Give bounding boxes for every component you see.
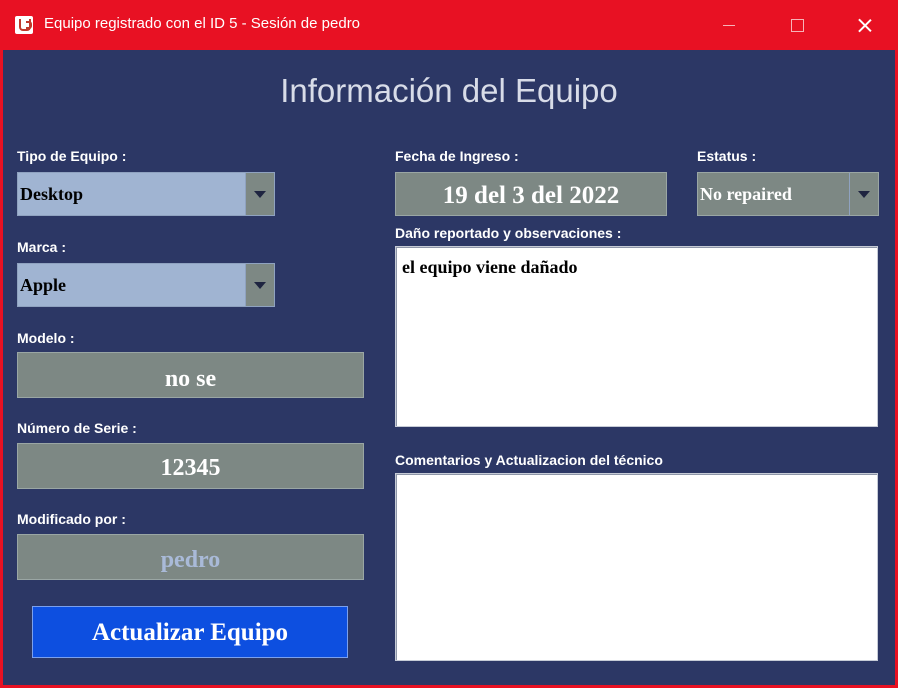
update-equipment-button[interactable]: Actualizar Equipo [32,606,348,658]
fecha-ingreso-label: Fecha de Ingreso : [395,148,519,164]
danio-reportado-textarea[interactable]: el equipo viene dañado [395,246,878,427]
modelo-label: Modelo : [17,330,75,346]
tipo-equipo-select[interactable]: Desktop [17,172,275,216]
minimize-icon[interactable] [706,0,752,50]
window-titlebar: Equipo registrado con el ID 5 - Sesión d… [0,0,898,50]
chevron-down-icon[interactable] [849,173,878,215]
window-title: Equipo registrado con el ID 5 - Sesión d… [44,15,361,32]
danio-reportado-label: Daño reportado y observaciones : [395,225,622,241]
close-icon[interactable] [842,0,888,50]
java-app-icon [15,16,33,34]
page-title: Información del Equipo [280,72,618,109]
marca-select[interactable]: Apple [17,263,275,307]
tipo-equipo-label: Tipo de Equipo : [17,148,127,164]
numero-serie-field[interactable]: 12345 [17,443,364,489]
estatus-value: No repaired [700,184,792,204]
estatus-label: Estatus : [697,148,757,164]
fecha-ingreso-field: 19 del 3 del 2022 [395,172,667,216]
maximize-icon[interactable] [774,0,820,50]
comentarios-textarea[interactable] [395,473,878,661]
marca-label: Marca : [17,239,67,255]
modificado-por-label: Modificado por : [17,511,126,527]
modelo-field[interactable]: no se [17,352,364,398]
chevron-down-icon[interactable] [245,173,274,215]
modificado-por-field: pedro [17,534,364,580]
comentarios-label: Comentarios y Actualizacion del técnico [395,452,663,468]
marca-value: Apple [20,275,67,295]
tipo-equipo-value: Desktop [20,184,84,204]
chevron-down-icon[interactable] [245,264,274,306]
estatus-select[interactable]: No repaired [697,172,879,216]
numero-serie-label: Número de Serie : [17,420,137,436]
